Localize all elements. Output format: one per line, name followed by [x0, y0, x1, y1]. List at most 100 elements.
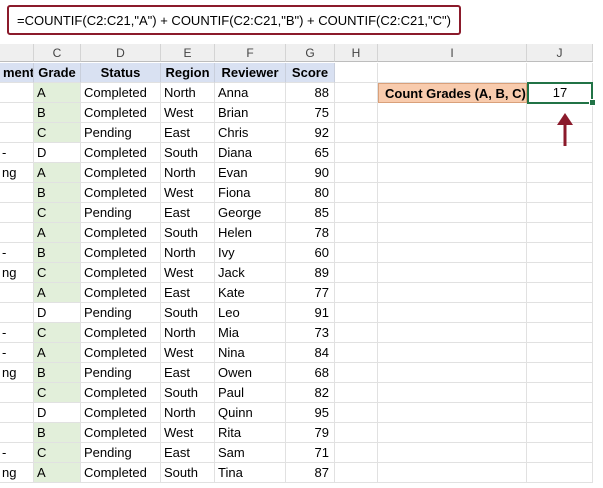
column-header-g[interactable]: G — [286, 44, 335, 62]
empty-cell[interactable] — [335, 323, 378, 343]
empty-cell[interactable] — [335, 263, 378, 283]
cell-b[interactable] — [0, 103, 34, 123]
cell-d[interactable]: Completed — [81, 463, 161, 483]
cell-f[interactable]: Nina — [215, 343, 286, 363]
cell-d[interactable]: Completed — [81, 183, 161, 203]
cell-c[interactable]: C — [34, 383, 81, 403]
empty-cell[interactable] — [527, 423, 593, 443]
cell-e[interactable]: North — [161, 403, 215, 423]
empty-cell[interactable] — [527, 163, 593, 183]
cell-g[interactable]: 90 — [286, 163, 335, 183]
empty-cell[interactable] — [335, 83, 378, 103]
empty-cell[interactable] — [378, 363, 527, 383]
empty-cell[interactable] — [378, 323, 527, 343]
empty-cell[interactable] — [378, 223, 527, 243]
cell-e[interactable]: North — [161, 163, 215, 183]
empty-cell[interactable] — [378, 203, 527, 223]
empty-cell[interactable] — [527, 243, 593, 263]
empty-cell[interactable] — [378, 143, 527, 163]
cell-d[interactable]: Pending — [81, 303, 161, 323]
cell-d[interactable]: Completed — [81, 343, 161, 363]
empty-cell[interactable] — [527, 283, 593, 303]
empty-cell[interactable] — [527, 203, 593, 223]
cell-c[interactable]: C — [34, 443, 81, 463]
empty-cell[interactable] — [335, 363, 378, 383]
cell-c[interactable]: B — [34, 423, 81, 443]
cell-g[interactable]: 95 — [286, 403, 335, 423]
cell-e[interactable]: South — [161, 303, 215, 323]
empty-cell[interactable] — [335, 183, 378, 203]
empty-cell[interactable] — [378, 403, 527, 423]
cell-d[interactable]: Completed — [81, 263, 161, 283]
cell-c[interactable]: D — [34, 303, 81, 323]
formula-bar[interactable]: =COUNTIF(C2:C21,"A") + COUNTIF(C2:C21,"B… — [7, 5, 461, 35]
cell-g[interactable]: 91 — [286, 303, 335, 323]
empty-cell[interactable] — [527, 223, 593, 243]
cell-c[interactable]: A — [34, 163, 81, 183]
empty-cell[interactable] — [378, 63, 527, 83]
cell-e[interactable]: West — [161, 183, 215, 203]
cell-d[interactable]: Completed — [81, 323, 161, 343]
column-header-h[interactable]: H — [335, 44, 378, 62]
empty-cell[interactable] — [378, 123, 527, 143]
cell-e[interactable]: East — [161, 363, 215, 383]
empty-cell[interactable] — [527, 463, 593, 483]
cell-c[interactable]: B — [34, 183, 81, 203]
empty-cell[interactable] — [335, 423, 378, 443]
cell-c[interactable]: A — [34, 463, 81, 483]
empty-cell[interactable] — [378, 263, 527, 283]
empty-cell[interactable] — [335, 223, 378, 243]
cell-d[interactable]: Pending — [81, 363, 161, 383]
empty-cell[interactable] — [527, 363, 593, 383]
cell-d[interactable]: Completed — [81, 403, 161, 423]
cell-b[interactable]: ng — [0, 463, 34, 483]
cell-e[interactable]: South — [161, 223, 215, 243]
cell-b[interactable] — [0, 83, 34, 103]
table-header-b[interactable]: ment — [0, 63, 34, 83]
cell-c[interactable]: C — [34, 123, 81, 143]
cell-g[interactable]: 71 — [286, 443, 335, 463]
empty-cell[interactable] — [335, 63, 378, 83]
cell-c[interactable]: B — [34, 243, 81, 263]
cell-e[interactable]: East — [161, 203, 215, 223]
empty-cell[interactable] — [335, 283, 378, 303]
cell-g[interactable]: 78 — [286, 223, 335, 243]
cell-f[interactable]: Brian — [215, 103, 286, 123]
cell-d[interactable]: Pending — [81, 203, 161, 223]
empty-cell[interactable] — [335, 143, 378, 163]
column-header-i[interactable]: I — [378, 44, 527, 62]
cell-e[interactable]: East — [161, 443, 215, 463]
column-header-c[interactable]: C — [34, 44, 81, 62]
cell-e[interactable]: West — [161, 103, 215, 123]
empty-cell[interactable] — [335, 123, 378, 143]
cell-b[interactable] — [0, 303, 34, 323]
empty-cell[interactable] — [335, 463, 378, 483]
cell-b[interactable] — [0, 423, 34, 443]
cell-f[interactable]: George — [215, 203, 286, 223]
cell-b[interactable] — [0, 223, 34, 243]
cell-f[interactable]: Paul — [215, 383, 286, 403]
column-header-j[interactable]: J — [527, 44, 593, 62]
cell-b[interactable]: - — [0, 343, 34, 363]
empty-cell[interactable] — [378, 163, 527, 183]
column-header-e[interactable]: E — [161, 44, 215, 62]
empty-cell[interactable] — [527, 443, 593, 463]
cell-c[interactable]: B — [34, 363, 81, 383]
cell-b[interactable] — [0, 203, 34, 223]
cell-f[interactable]: Owen — [215, 363, 286, 383]
cell-g[interactable]: 87 — [286, 463, 335, 483]
empty-cell[interactable] — [527, 63, 593, 83]
empty-cell[interactable] — [527, 343, 593, 363]
cell-g[interactable]: 65 — [286, 143, 335, 163]
cell-g[interactable]: 92 — [286, 123, 335, 143]
cell-g[interactable]: 84 — [286, 343, 335, 363]
empty-cell[interactable] — [335, 243, 378, 263]
empty-cell[interactable] — [335, 383, 378, 403]
cell-f[interactable]: Sam — [215, 443, 286, 463]
cell-b[interactable]: - — [0, 323, 34, 343]
cell-b[interactable] — [0, 183, 34, 203]
cell-b[interactable]: - — [0, 243, 34, 263]
cell-g[interactable]: 80 — [286, 183, 335, 203]
cell-b[interactable] — [0, 283, 34, 303]
cell-e[interactable]: North — [161, 323, 215, 343]
